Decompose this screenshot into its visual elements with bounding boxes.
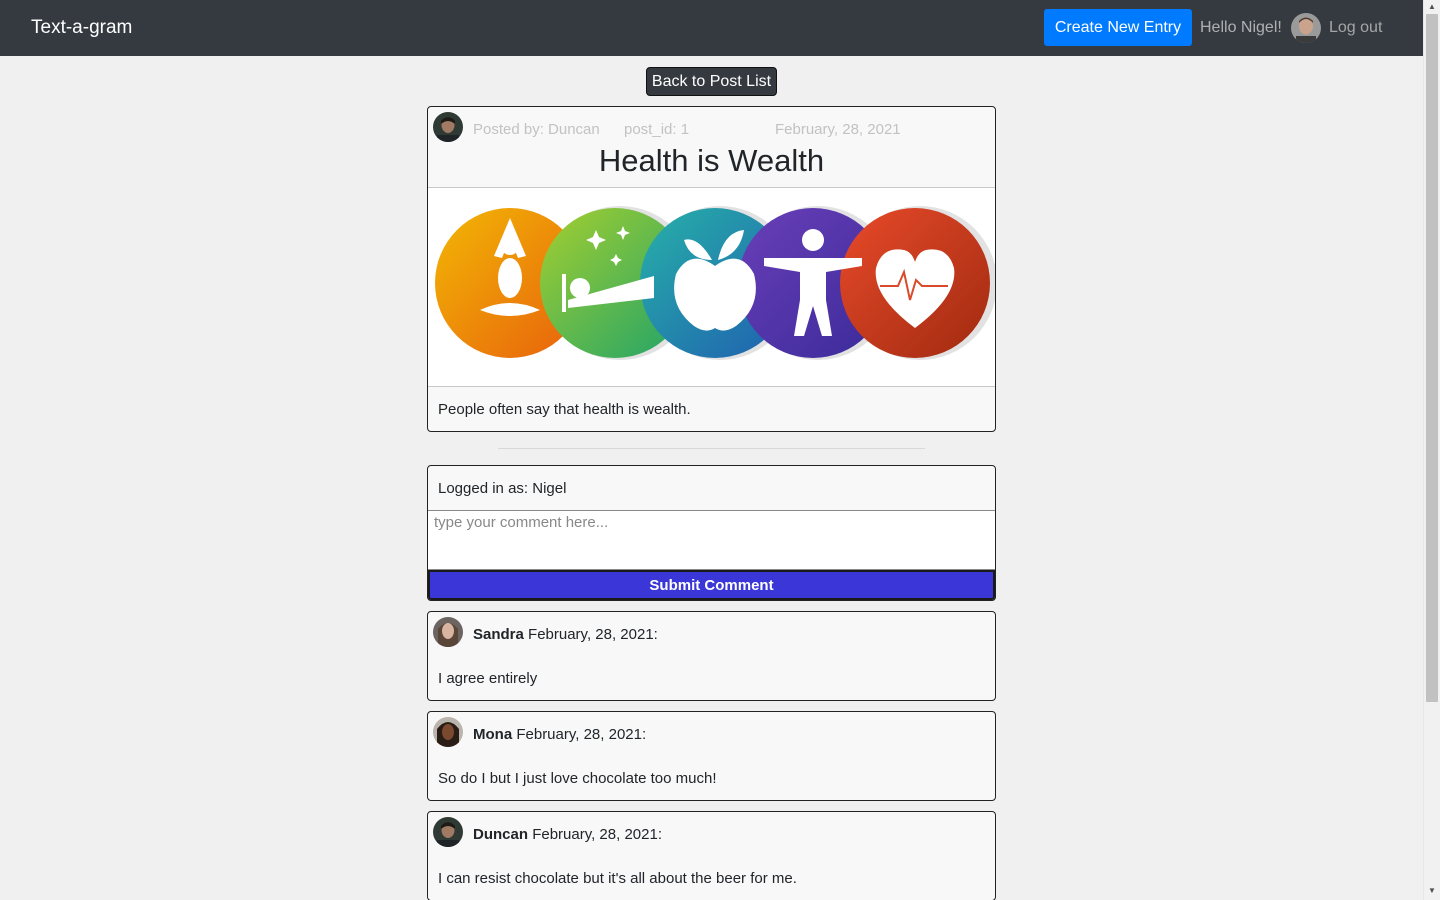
comment-card: Duncan February, 28, 2021: I can resist … <box>427 811 996 900</box>
comment-meta: Sandra February, 28, 2021: <box>473 626 658 643</box>
user-avatar[interactable] <box>1291 13 1321 43</box>
scroll-up-arrow-icon[interactable]: ▲ <box>1428 2 1436 11</box>
post-date: February, 28, 2021 <box>775 121 901 138</box>
comment-date: February, 28, 2021: <box>528 626 658 643</box>
post-body: People often say that health is wealth. <box>438 401 691 418</box>
comment-input[interactable] <box>428 510 995 570</box>
comment-meta: Mona February, 28, 2021: <box>473 726 646 743</box>
user-greeting: Hello Nigel! <box>1200 19 1282 36</box>
comment-author: Duncan <box>473 826 529 843</box>
post-image <box>428 188 997 387</box>
scroll-thumb[interactable] <box>1426 14 1438 702</box>
comment-text: So do I but I just love chocolate too mu… <box>438 770 717 787</box>
commenter-avatar <box>433 617 463 647</box>
comment-text: I agree entirely <box>438 670 538 687</box>
comment-author: Mona <box>473 726 513 743</box>
page-scrollbar[interactable]: ▲ ▼ <box>1423 0 1440 900</box>
post-title: Health is Wealth <box>598 143 825 178</box>
commenter-avatar <box>433 717 463 747</box>
post-header: Posted by: Duncan post_id: 1 February, 2… <box>428 107 995 188</box>
comment-date: February, 28, 2021: <box>532 826 662 843</box>
back-to-post-list-button[interactable]: Back to Post List <box>646 67 777 96</box>
post-id: post_id: 1 <box>624 121 690 138</box>
navbar: Text-a-gram Create New Entry Hello Nigel… <box>0 0 1423 56</box>
post-author: Posted by: Duncan <box>473 121 600 138</box>
create-new-entry-button[interactable]: Create New Entry <box>1044 9 1192 46</box>
author-avatar <box>433 112 463 142</box>
scroll-down-arrow-icon[interactable]: ▼ <box>1428 886 1436 895</box>
comment-author: Sandra <box>473 626 524 643</box>
brand-logo[interactable]: Text-a-gram <box>31 17 132 39</box>
comment-card: Sandra February, 28, 2021: I agree entir… <box>427 611 996 701</box>
logout-link[interactable]: Log out <box>1329 19 1382 37</box>
comment-date: February, 28, 2021: <box>516 726 647 743</box>
logged-in-label: Logged in as: Nigel <box>438 480 567 497</box>
commenter-avatar <box>433 817 463 847</box>
submit-comment-button[interactable]: Submit Comment <box>428 570 995 600</box>
post-card: Posted by: Duncan post_id: 1 February, 2… <box>427 106 997 432</box>
comment-form: Logged in as: Nigel Submit Comment <box>427 465 996 601</box>
comment-card: Mona February, 28, 2021: So do I but I j… <box>427 711 996 801</box>
comment-text: I can resist chocolate but it's all abou… <box>438 870 797 887</box>
divider <box>498 448 925 449</box>
comment-meta: Duncan February, 28, 2021: <box>473 826 662 843</box>
health-illustration <box>435 206 997 360</box>
